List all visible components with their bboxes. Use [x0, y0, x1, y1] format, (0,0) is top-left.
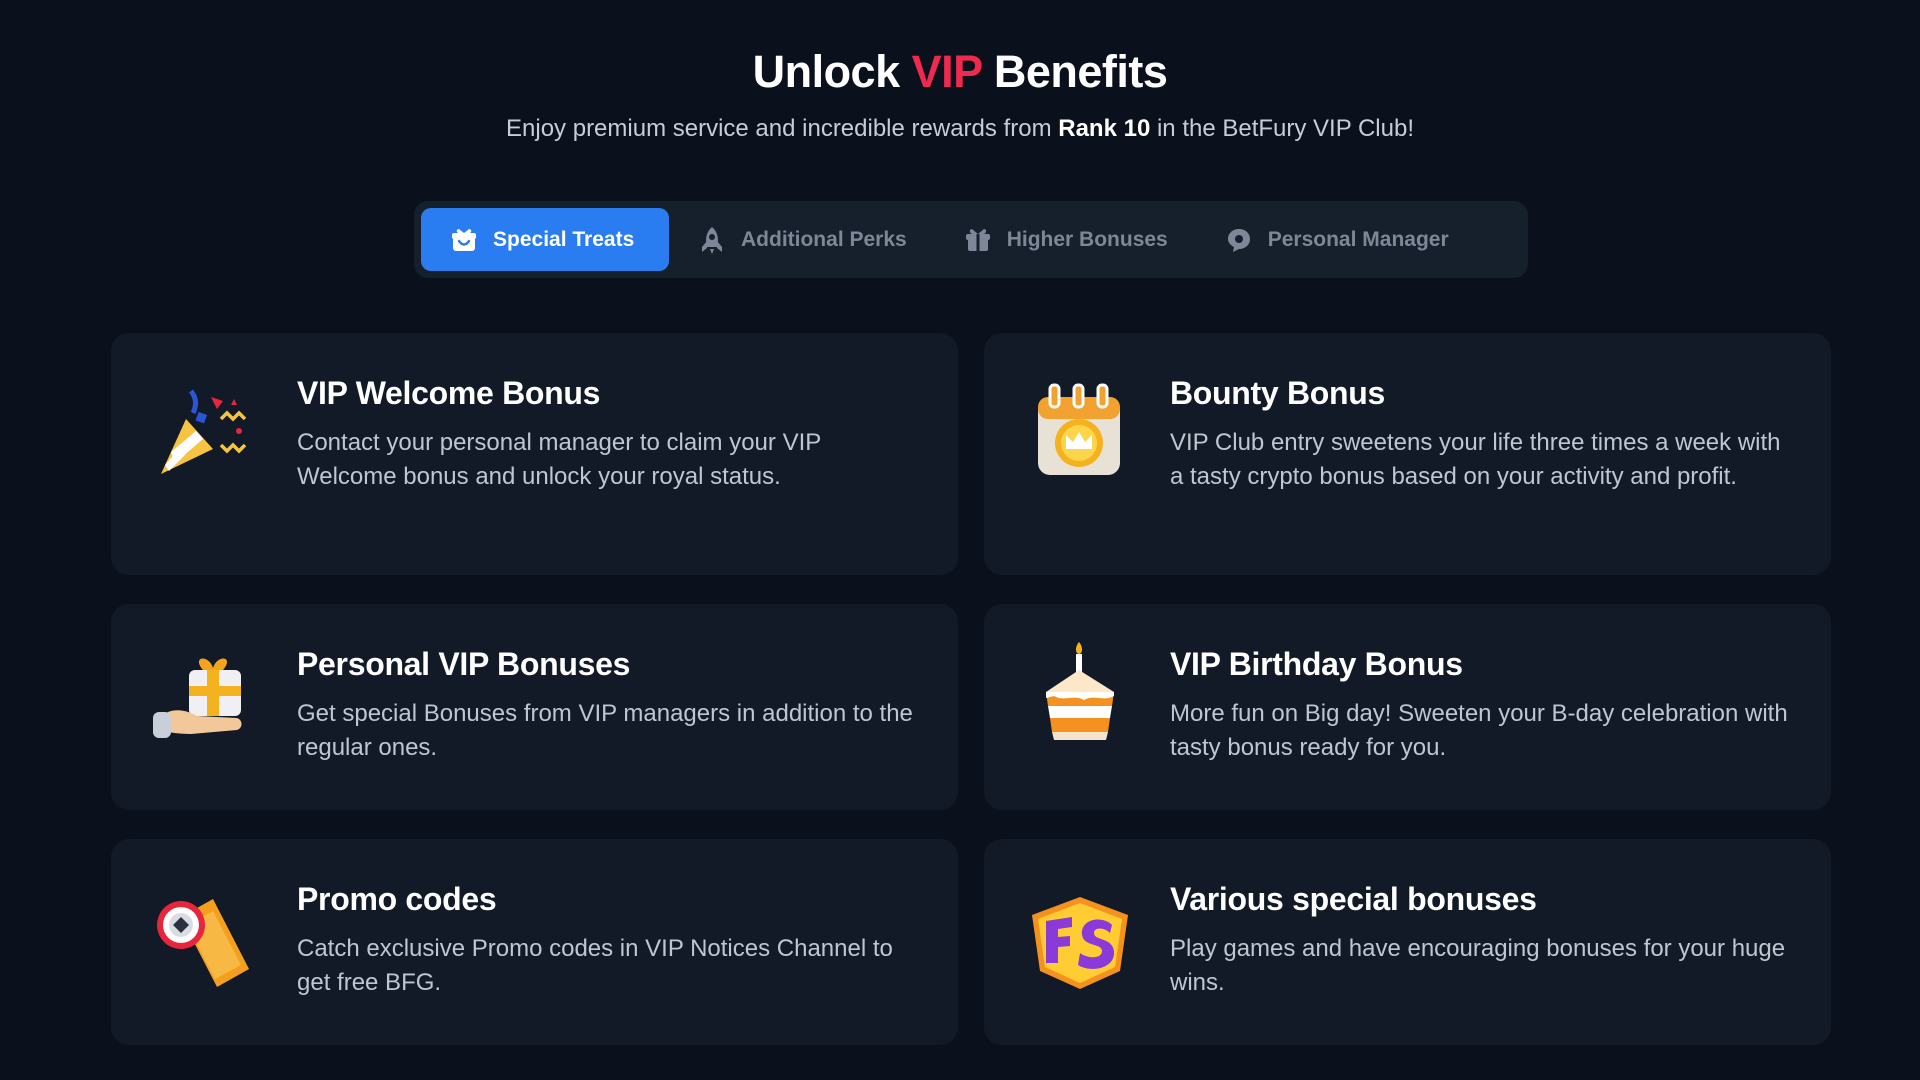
card-personal-vip-bonuses: Personal VIP Bonuses Get special Bonuses… [111, 604, 958, 810]
card-title: VIP Birthday Bonus [1170, 646, 1463, 682]
rocket-icon [697, 225, 727, 255]
chat-bubble-icon [1224, 225, 1254, 255]
tab-label: Higher Bonuses [1006, 227, 1168, 251]
title-part1: Unlock [752, 46, 901, 97]
gift-icon [963, 225, 993, 255]
card-bounty-bonus: Bounty Bonus VIP Club entry sweetens you… [984, 333, 1831, 575]
page-title: Unlock VIP Benefits [0, 44, 1920, 100]
tab-higher-bonuses[interactable]: Higher Bonuses [935, 208, 1196, 271]
vip-benefits-page: Unlock VIP Benefits Enjoy premium servic… [0, 0, 1920, 1080]
card-description: Catch exclusive Promo codes in VIP Notic… [297, 935, 893, 996]
card-vip-birthday-bonus: VIP Birthday Bonus More fun on Big day! … [984, 604, 1831, 810]
card-description: Play games and have encouraging bonuses … [1170, 935, 1786, 996]
tab-additional-perks[interactable]: Additional Perks [669, 208, 935, 271]
ticket-icon [151, 885, 261, 995]
party-popper-icon [151, 379, 261, 489]
birthday-cake-icon [1024, 640, 1134, 750]
card-title: VIP Welcome Bonus [297, 375, 601, 411]
card-title: Promo codes [297, 881, 497, 917]
card-description: VIP Club entry sweetens your life three … [1170, 429, 1781, 490]
hand-gift-icon [151, 646, 261, 756]
card-title: Bounty Bonus [1170, 375, 1386, 411]
tab-label: Special Treats [493, 227, 635, 251]
card-various-special-bonuses: Various special bonuses Play games and h… [984, 839, 1831, 1045]
card-title: Personal VIP Bonuses [297, 646, 631, 682]
card-description: Get special Bonuses from VIP managers in… [297, 700, 913, 761]
title-part2: Benefits [993, 46, 1168, 97]
subtitle-part2: in the BetFury VIP Club! [1156, 115, 1414, 142]
card-title: Various special bonuses [1170, 881, 1537, 917]
fs-badge-icon [1024, 885, 1134, 995]
gift-box-icon [449, 225, 479, 255]
benefits-tab-bar: Special Treats Additional Perks Higher B… [414, 201, 1528, 278]
subtitle-rank: Rank 10 [1058, 115, 1151, 142]
tab-label: Personal Manager [1267, 227, 1449, 251]
subtitle-part1: Enjoy premium service and incredible rew… [506, 115, 1052, 142]
title-accent: VIP [911, 46, 983, 97]
page-subtitle: Enjoy premium service and incredible rew… [0, 114, 1920, 144]
tab-label: Additional Perks [741, 227, 907, 251]
tab-special-treats[interactable]: Special Treats [421, 208, 669, 271]
tab-personal-manager[interactable]: Personal Manager [1196, 208, 1477, 271]
card-promo-codes: Promo codes Catch exclusive Promo codes … [111, 839, 958, 1045]
calendar-crown-icon [1024, 375, 1134, 485]
card-vip-welcome-bonus: VIP Welcome Bonus Contact your personal … [111, 333, 958, 575]
card-description: Contact your personal manager to claim y… [297, 429, 821, 490]
card-description: More fun on Big day! Sweeten your B-day … [1170, 700, 1788, 761]
